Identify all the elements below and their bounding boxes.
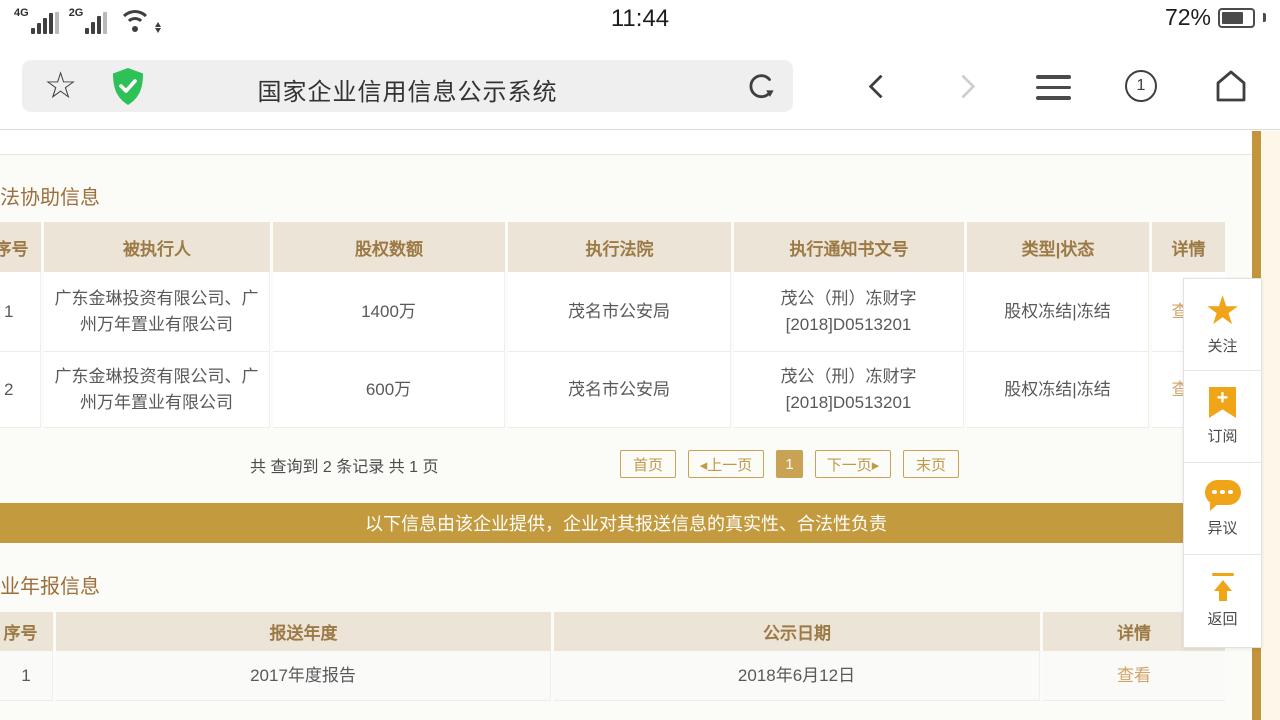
- page-top-band: [0, 130, 1252, 154]
- view-link[interactable]: 查看: [1117, 663, 1151, 689]
- cell-type-status: 股权冻结|冻结: [967, 272, 1149, 352]
- prev-page-button[interactable]: ◂上一页: [688, 450, 764, 478]
- cell-executee: 广东金琳投资有限公司、广州万年置业有限公司: [44, 272, 270, 352]
- follow-button[interactable]: ★ 关注: [1184, 279, 1261, 371]
- disclaimer-banner: 以下信息由该企业提供，企业对其报送信息的真实性、合法性负责: [0, 503, 1252, 543]
- browser-toolbar: ☆ 国家企业信用信息公示系统 1: [0, 42, 1280, 130]
- page-right-margin: [1261, 131, 1280, 720]
- cell-seq: 1: [0, 272, 41, 352]
- annual-report-table: 序号 报送年度 公示日期 详情 1 2017年度报告 2018年6月12日 查看: [0, 612, 1225, 701]
- comment-icon: [1205, 480, 1241, 505]
- page-title: 国家企业信用信息公示系统: [22, 72, 793, 107]
- subscribe-button[interactable]: + 订阅: [1184, 371, 1261, 463]
- table-row: 1 2017年度报告 2018年6月12日 查看: [0, 651, 1225, 701]
- floating-action-panel: ★ 关注 + 订阅 异议 返回: [1183, 278, 1262, 648]
- col-header-report-year: 报送年度: [56, 612, 551, 651]
- cell-report-year: 2017年度报告: [56, 651, 551, 701]
- cell-seq: 1: [0, 651, 53, 701]
- address-bar[interactable]: ☆ 国家企业信用信息公示系统: [22, 60, 793, 112]
- table-header-row: 序号 报送年度 公示日期 详情: [0, 612, 1225, 651]
- status-clock: 11:44: [0, 5, 1280, 33]
- next-page-button[interactable]: 下一页▸: [815, 450, 891, 478]
- table-header-row: 序号 被执行人 股权数额 执行法院 执行通知书文号 类型|状态 详情: [0, 222, 1225, 272]
- first-page-button[interactable]: 首页: [620, 450, 676, 478]
- battery-icon: [1218, 8, 1255, 28]
- back-icon[interactable]: [868, 74, 892, 98]
- col-header-equity-amount: 股权数额: [273, 222, 505, 272]
- cell-executee: 广东金琳投资有限公司、广州万年置业有限公司: [44, 352, 270, 428]
- cell-court: 茂名市公安局: [508, 272, 731, 352]
- cell-equity-amount: 1400万: [273, 272, 505, 352]
- col-header-type-status: 类型|状态: [967, 222, 1149, 272]
- battery-indicator: 72%: [1165, 4, 1266, 31]
- current-page-button[interactable]: 1: [776, 450, 803, 478]
- cell-detail: 查看: [1043, 651, 1225, 701]
- menu-icon[interactable]: [1036, 75, 1071, 100]
- col-header-notice-no: 执行通知书文号: [734, 222, 964, 272]
- col-header-publish-date: 公示日期: [554, 612, 1040, 651]
- tab-count: 1: [1137, 77, 1146, 95]
- table-row: 1 广东金琳投资有限公司、广州万年置业有限公司 1400万 茂名市公安局 茂公（…: [0, 272, 1225, 352]
- home-icon[interactable]: [1212, 68, 1250, 105]
- subscribe-bookmark-icon: +: [1209, 387, 1236, 418]
- cell-equity-amount: 600万: [273, 352, 505, 428]
- forward-icon[interactable]: [951, 74, 975, 98]
- record-count-summary: 共 查询到 2 条记录 共 1 页: [250, 453, 438, 477]
- back-to-top-button[interactable]: 返回: [1184, 555, 1261, 647]
- star-icon: ★: [1205, 294, 1241, 328]
- col-header-seq: 序号: [0, 222, 41, 272]
- section-title-annual-report: 业年报信息: [0, 570, 100, 599]
- status-bar: 4G 2G 11:44 72%: [0, 0, 1280, 42]
- cell-publish-date: 2018年6月12日: [554, 651, 1040, 701]
- cell-notice-no: 茂公（刑）冻财字[2018]D0513201: [734, 272, 964, 352]
- col-header-court: 执行法院: [508, 222, 731, 272]
- col-header-seq: 序号: [0, 612, 53, 651]
- cell-type-status: 股权冻结|冻结: [967, 352, 1149, 428]
- pagination: 共 查询到 2 条记录 共 1 页 首页 ◂上一页 1 下一页▸ 末页: [0, 450, 1225, 478]
- tabs-icon[interactable]: 1: [1125, 70, 1157, 102]
- battery-percent: 72%: [1165, 4, 1211, 31]
- section-title-judicial-assistance: 法协助信息: [0, 181, 100, 210]
- back-to-top-icon: [1212, 573, 1234, 602]
- cell-seq: 2: [0, 352, 41, 428]
- col-header-detail: 详情: [1152, 222, 1225, 272]
- judicial-assistance-table: 序号 被执行人 股权数额 执行法院 执行通知书文号 类型|状态 详情 1 广东金…: [0, 222, 1225, 428]
- table-row: 2 广东金琳投资有限公司、广州万年置业有限公司 600万 茂名市公安局 茂公（刑…: [0, 352, 1225, 428]
- refresh-icon[interactable]: [745, 70, 779, 104]
- last-page-button[interactable]: 末页: [903, 450, 959, 478]
- col-header-executee: 被执行人: [44, 222, 270, 272]
- objection-button[interactable]: 异议: [1184, 463, 1261, 555]
- cell-court: 茂名市公安局: [508, 352, 731, 428]
- cell-notice-no: 茂公（刑）冻财字[2018]D0513201: [734, 352, 964, 428]
